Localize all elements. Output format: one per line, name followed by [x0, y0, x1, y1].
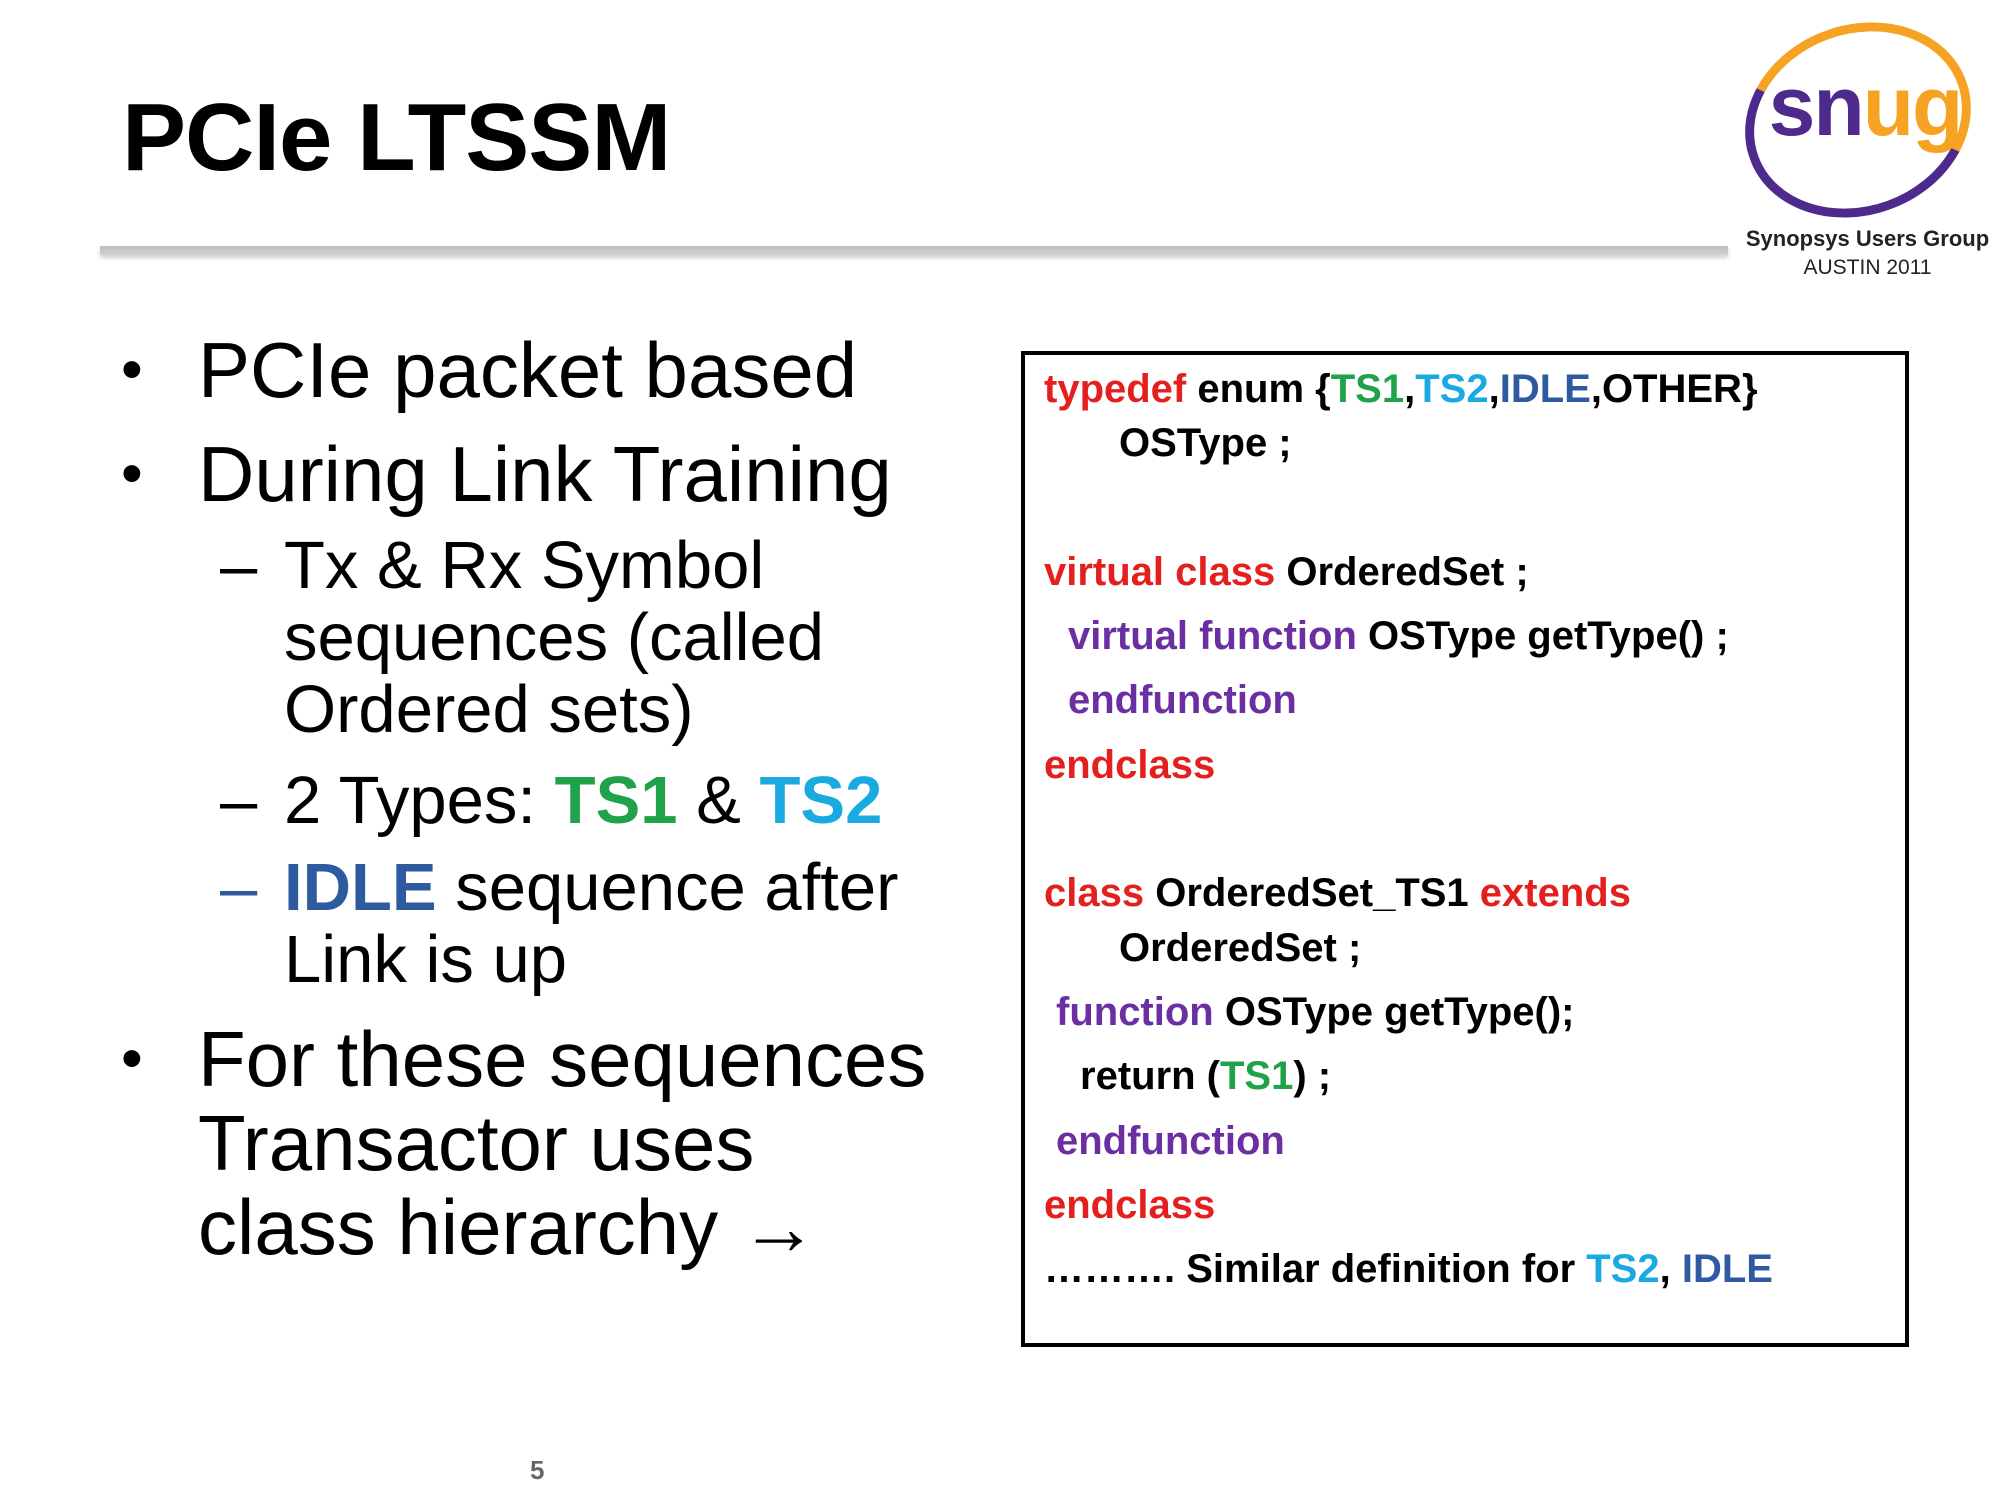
bullet-dot: •: [121, 439, 143, 508]
code-text: return (: [1080, 1054, 1220, 1098]
sub-line: Link is up: [284, 922, 568, 997]
sub-text: &: [677, 763, 760, 838]
code-text: OSType getType() ;: [1356, 614, 1729, 658]
code-line-endclass-2: endclass: [1044, 1183, 1216, 1227]
ts2-label: TS2: [759, 763, 883, 838]
bullet-packet-based: • PCIe packet based: [121, 326, 958, 414]
bullet-line: Transactor uses: [198, 1099, 755, 1187]
code-line-typedef: typedef enum {TS1,TS2,IDLE,OTHER}: [1044, 365, 1758, 413]
code-line-endfunction-2: endfunction: [1056, 1119, 1285, 1163]
code-line-function: function OSType getType();: [1056, 988, 1575, 1036]
logo-org-name: Synopsys Users Group: [1745, 226, 1990, 251]
subbullet-symbols: – Tx & Rx Symbol sequences (called Order…: [220, 528, 1004, 747]
code-text: ,: [1659, 1247, 1682, 1291]
bullet-text: PCIe packet based: [198, 326, 858, 414]
logo-word-sn: sn: [1768, 59, 1865, 153]
keyword-function: function: [1056, 990, 1214, 1034]
enum-ts2: TS2: [1415, 367, 1489, 411]
code-line-endfunction: endfunction: [1068, 678, 1297, 722]
enum-ts1: TS1: [1330, 367, 1405, 411]
idle-label: IDLE: [284, 850, 437, 925]
code-text: enum {: [1186, 367, 1331, 411]
sub-text: 2 Types:: [284, 763, 555, 838]
bullet-line: For these sequences: [198, 1015, 927, 1103]
bullet-class-hierarchy: • For these sequences Transactor uses cl…: [121, 1015, 958, 1271]
sub-dash: –: [220, 528, 258, 603]
subbullet-types: –2 Types: TS1 & TS2: [220, 763, 1004, 838]
code-text: ,OTHER}: [1590, 367, 1758, 411]
keyword-class: class: [1044, 871, 1145, 915]
code-line-return: return (TS1) ;: [1080, 1052, 1331, 1100]
code-text: ,: [1488, 367, 1500, 411]
return-ts1: TS1: [1220, 1054, 1294, 1098]
code-line-orderedset: OrderedSet ;: [1119, 926, 1362, 970]
code-text: ,: [1404, 367, 1416, 411]
logo-word-ug: ug: [1862, 59, 1964, 153]
slide-title: PCIe LTSSM: [122, 84, 671, 191]
code-text: ) ;: [1293, 1054, 1332, 1098]
keyword-typedef: typedef: [1044, 367, 1187, 411]
bullet-dot: •: [121, 1024, 143, 1093]
sub-line: Ordered sets): [284, 672, 694, 747]
snug-logo: snug Synopsys Users Group AUSTIN 2011: [1717, 0, 2000, 279]
code-line-virtual-function: virtual function OSType getType() ;: [1068, 612, 1729, 660]
similar-idle: IDLE: [1681, 1247, 1773, 1291]
keyword-extends: extends: [1479, 871, 1631, 915]
logo-event: AUSTIN 2011: [1803, 256, 1932, 279]
code-text: ………. Similar definition for: [1044, 1247, 1587, 1291]
bullet-link-training: • During Link Training: [121, 430, 958, 518]
sub-dash: –: [220, 850, 258, 925]
subbullet-idle: – IDLE sequence after Link is up: [220, 850, 1004, 997]
code-text: OrderedSet_TS1: [1144, 871, 1480, 915]
bullet-dot: •: [121, 335, 143, 404]
code-line-class-ts1: class OrderedSet_TS1 extends: [1044, 869, 1631, 917]
code-line-similar: ………. Similar definition for TS2, IDLE: [1044, 1245, 1773, 1293]
enum-idle: IDLE: [1499, 367, 1591, 411]
page-number: 5: [530, 1455, 545, 1485]
code-box: typedef enum {TS1,TS2,IDLE,OTHER} OSType…: [1021, 351, 1909, 1347]
keyword-virtual-function: virtual function: [1068, 614, 1357, 658]
title-divider: [100, 246, 1728, 255]
bullet-line: class hierarchy →: [198, 1183, 818, 1271]
logo-wordmark: snug: [1765, 64, 1965, 148]
sub-line: sequences (called: [284, 600, 825, 675]
ts1-label: TS1: [554, 763, 678, 838]
code-line-ostype: OSType ;: [1119, 421, 1292, 465]
bullet-text: During Link Training: [198, 430, 892, 518]
sub-line: Tx & Rx Symbol: [284, 528, 765, 603]
keyword-virtual-class: virtual class: [1044, 550, 1276, 594]
sub-dash: –: [220, 763, 258, 838]
code-line-virtual-class: virtual class OrderedSet ;: [1044, 548, 1529, 596]
code-line-endclass: endclass: [1044, 743, 1216, 787]
code-text: OrderedSet ;: [1275, 550, 1529, 594]
code-text: OSType getType();: [1213, 990, 1575, 1034]
similar-ts2: TS2: [1586, 1247, 1660, 1291]
sub-text: sequence after: [436, 850, 899, 925]
